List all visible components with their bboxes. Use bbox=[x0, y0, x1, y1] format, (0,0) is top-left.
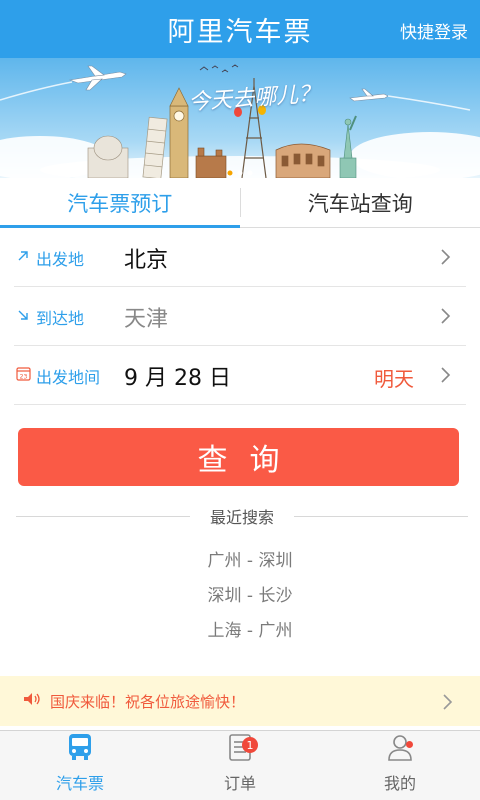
arrival-row[interactable]: 到达地 天津 bbox=[14, 288, 466, 346]
nav-label: 汽车票 bbox=[55, 774, 104, 793]
arrow-down-right-icon bbox=[16, 308, 36, 326]
app-screen: 阿里汽车票 快捷登录 今天去哪儿？ 汽车票预订 汽车站查询 出发地 北京 到达地… bbox=[0, 0, 480, 800]
notice-text: 国庆来临！祝各位旅途愉快！ bbox=[50, 692, 246, 711]
banner-illustration bbox=[0, 58, 480, 178]
nav-label: 我的 bbox=[383, 774, 416, 793]
relative-day-label: 明天 bbox=[374, 367, 414, 391]
speaker-icon bbox=[22, 691, 42, 711]
search-button[interactable]: 查询 bbox=[18, 428, 459, 486]
departure-date-label: 出发地间 bbox=[36, 367, 101, 387]
recent-search-heading: 最近搜索 bbox=[16, 504, 469, 528]
divider bbox=[16, 515, 190, 517]
nav-bus-ticket[interactable]: 汽车票 bbox=[0, 731, 160, 800]
notification-dot bbox=[406, 741, 413, 748]
departure-value: 北京 bbox=[124, 247, 169, 273]
departure-row[interactable]: 出发地 北京 bbox=[14, 229, 466, 287]
nav-label: 订单 bbox=[223, 774, 256, 793]
recent-search-item[interactable]: 上海 - 广州 bbox=[0, 616, 480, 641]
tab-bus-ticket-booking[interactable]: 汽车票预订 bbox=[0, 178, 240, 228]
arrival-label: 到达地 bbox=[36, 308, 85, 328]
bottom-navigation: 汽车票 1 订单 我的 bbox=[0, 730, 480, 800]
arrival-value: 天津 bbox=[124, 306, 169, 332]
chevron-right-icon bbox=[440, 306, 458, 328]
top-bar: 阿里汽车票 快捷登录 bbox=[0, 0, 480, 58]
departure-date-value: 9 月 28 日 bbox=[124, 365, 231, 391]
calendar-icon: 23 bbox=[16, 366, 36, 385]
svg-text:23: 23 bbox=[20, 374, 28, 381]
quick-login-button[interactable]: 快捷登录 bbox=[400, 18, 468, 43]
nav-mine[interactable]: 我的 bbox=[320, 731, 480, 800]
booking-tabs: 汽车票预订 汽车站查询 bbox=[0, 178, 480, 228]
tab-bus-station-query[interactable]: 汽车站查询 bbox=[241, 178, 480, 227]
chevron-right-icon bbox=[440, 365, 458, 387]
recent-search-item[interactable]: 深圳 - 长沙 bbox=[0, 581, 480, 606]
banner[interactable]: 今天去哪儿？ bbox=[0, 58, 480, 178]
notice-bar[interactable]: 国庆来临！祝各位旅途愉快！ bbox=[0, 676, 480, 726]
recent-search-item[interactable]: 广州 - 深圳 bbox=[0, 546, 480, 571]
recent-search-title: 最近搜索 bbox=[210, 508, 275, 527]
arrow-up-right-icon bbox=[16, 249, 36, 267]
user-icon bbox=[385, 732, 415, 766]
departure-date-row[interactable]: 23 出发地间 9 月 28 日 明天 bbox=[14, 347, 466, 405]
app-title: 阿里汽车票 bbox=[167, 16, 313, 48]
departure-label: 出发地 bbox=[36, 249, 85, 269]
nav-orders[interactable]: 1 订单 bbox=[160, 731, 320, 800]
order-count-badge: 1 bbox=[242, 737, 258, 753]
chevron-right-icon bbox=[442, 692, 454, 716]
chevron-right-icon bbox=[440, 247, 458, 269]
bus-icon bbox=[65, 732, 95, 766]
divider bbox=[294, 515, 469, 517]
